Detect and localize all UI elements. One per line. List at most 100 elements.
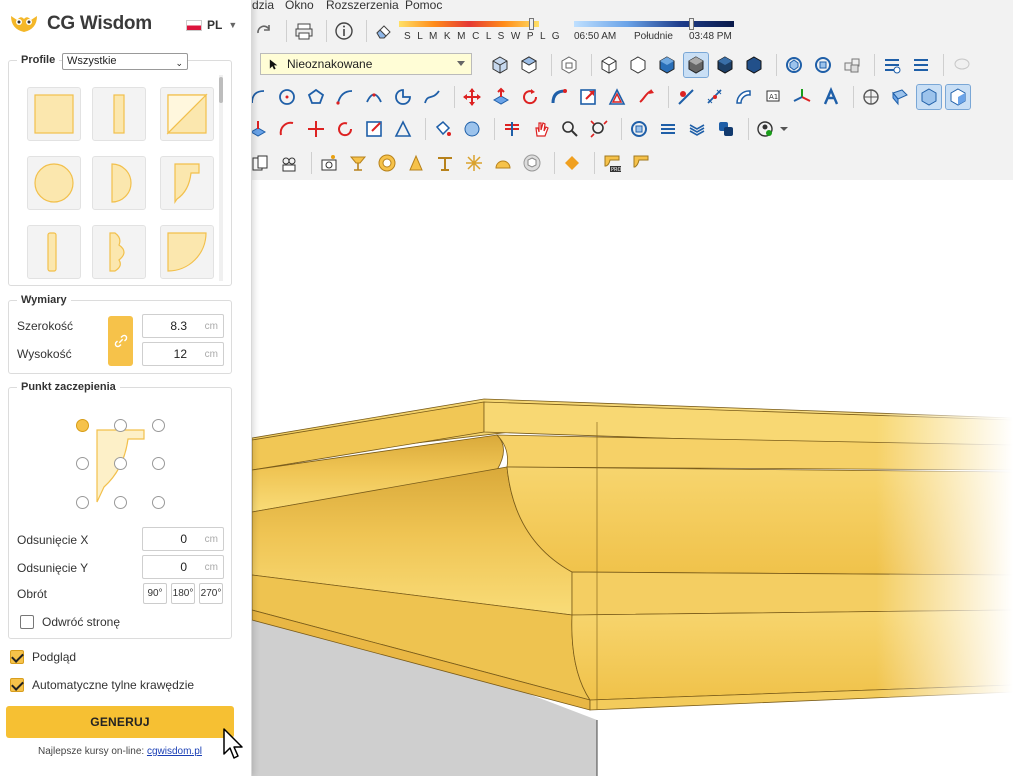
auto-back-edges-checkbox[interactable]	[10, 678, 24, 692]
rotate-90-button[interactable]: 90°	[143, 583, 167, 604]
width-field[interactable]: 8.3 cm	[142, 314, 224, 338]
rotate-270-button[interactable]: 270°	[199, 583, 223, 604]
arc-3pt-icon[interactable]	[362, 85, 386, 109]
profile-quarter-round[interactable]	[160, 225, 214, 279]
print-icon[interactable]	[292, 19, 316, 43]
time-slider[interactable]	[574, 21, 734, 27]
profile-half-round[interactable]	[92, 156, 146, 210]
link-proportions-button[interactable]	[108, 316, 133, 366]
components-cluster-icon[interactable]	[840, 53, 864, 77]
section-cut-icon[interactable]	[909, 53, 933, 77]
solid-tools-icon[interactable]	[782, 53, 806, 77]
tag-dropdown[interactable]: Nieoznakowane	[260, 53, 472, 75]
menu-item-window[interactable]: Okno	[285, 0, 314, 12]
anchor-bottom-left[interactable]	[76, 496, 89, 509]
anchor-top-right[interactable]	[152, 419, 165, 432]
gray-cube-icon[interactable]	[520, 151, 544, 175]
outer-shell-icon[interactable]	[811, 53, 835, 77]
profile-slim-rect[interactable]	[92, 87, 146, 141]
preview-checkbox[interactable]	[10, 650, 24, 664]
anchor-middle-right[interactable]	[152, 457, 165, 470]
table-icon[interactable]	[433, 151, 457, 175]
hidden-style-icon[interactable]	[742, 53, 766, 77]
polygon-icon[interactable]	[304, 85, 328, 109]
anchor-top-center[interactable]	[114, 419, 127, 432]
pie-icon[interactable]	[391, 85, 415, 109]
monochrome-style-icon[interactable]	[713, 53, 737, 77]
freehand-icon[interactable]	[420, 85, 444, 109]
materials-icon[interactable]	[460, 117, 484, 141]
solid-split-icon[interactable]	[714, 117, 738, 141]
follow-arc-icon[interactable]	[275, 117, 299, 141]
protractor-icon[interactable]	[732, 85, 756, 109]
top-view-icon[interactable]	[517, 53, 541, 77]
generate-button[interactable]: GENERUJ	[6, 706, 234, 738]
zoom-extents-icon[interactable]	[587, 117, 611, 141]
anchor-top-left[interactable]	[76, 419, 89, 432]
height-field[interactable]: 12 cm	[142, 342, 224, 366]
follow-me-icon[interactable]	[547, 85, 571, 109]
menu-item-help[interactable]: Pomoc	[405, 0, 442, 12]
wireframe-style-icon[interactable]	[626, 53, 650, 77]
eraser-icon[interactable]	[372, 19, 396, 43]
offset-x-field[interactable]: 0 cm	[142, 527, 224, 551]
menu-item-tools[interactable]: dzia	[252, 0, 274, 12]
profile-triangle[interactable]	[160, 87, 214, 141]
cone-icon[interactable]	[404, 151, 428, 175]
round-profile-icon[interactable]	[375, 151, 399, 175]
hand-pan-icon[interactable]	[529, 117, 553, 141]
arc-2pt-icon[interactable]	[333, 85, 357, 109]
push-pull-icon[interactable]	[489, 85, 513, 109]
scale-icon[interactable]	[576, 85, 600, 109]
redo-icon[interactable]	[252, 19, 276, 43]
offset-icon[interactable]	[605, 85, 629, 109]
cgwisdom-profile-icon[interactable]	[629, 151, 653, 175]
component-icon[interactable]	[557, 53, 581, 77]
tape-measure-icon[interactable]	[674, 85, 698, 109]
rotate-small-icon[interactable]	[333, 117, 357, 141]
move-icon[interactable]	[460, 85, 484, 109]
cgwisdom-pro-icon[interactable]: PRO	[600, 151, 624, 175]
iso-view-icon[interactable]	[488, 53, 512, 77]
shaded-style-icon[interactable]	[655, 53, 679, 77]
month-slider[interactable]	[399, 21, 539, 27]
solid-trim-icon[interactable]	[685, 117, 709, 141]
profile-bead[interactable]	[92, 225, 146, 279]
paint-bucket-icon[interactable]	[431, 117, 455, 141]
anchor-bottom-center[interactable]	[114, 496, 127, 509]
zoom-icon[interactable]	[558, 117, 582, 141]
rotate-icon[interactable]	[518, 85, 542, 109]
anchor-middle-left[interactable]	[76, 457, 89, 470]
position-camera-icon[interactable]	[859, 85, 883, 109]
profile-filter-select[interactable]: Wszystkie ⌄	[62, 53, 188, 70]
language-selector[interactable]: PL ▼	[186, 18, 237, 32]
offset-small-icon[interactable]	[391, 117, 415, 141]
diamond-icon[interactable]	[560, 151, 584, 175]
chat-bubble-icon[interactable]	[949, 53, 973, 77]
shaded-textures-icon[interactable]	[683, 52, 709, 78]
profile-scrollbar[interactable]	[219, 75, 223, 281]
axes-icon[interactable]	[790, 85, 814, 109]
walk-icon[interactable]	[500, 117, 524, 141]
xray-style-icon[interactable]	[597, 53, 621, 77]
dome-icon[interactable]	[491, 151, 515, 175]
offset-y-field[interactable]: 0 cm	[142, 555, 224, 579]
profile-circle[interactable]	[27, 156, 81, 210]
scale-small-icon[interactable]	[362, 117, 386, 141]
profile-ogee[interactable]	[160, 156, 214, 210]
circle-icon[interactable]	[275, 85, 299, 109]
photo-match-icon[interactable]	[317, 151, 341, 175]
box-tool-icon[interactable]	[945, 84, 971, 110]
profile-scrollbar-thumb[interactable]	[219, 77, 223, 103]
3d-text-icon[interactable]	[819, 85, 843, 109]
model-info-icon[interactable]	[332, 19, 356, 43]
3d-viewport[interactable]	[252, 180, 1013, 776]
anchor-bottom-right[interactable]	[152, 496, 165, 509]
menu-item-extensions[interactable]: Rozszerzenia	[326, 0, 399, 12]
profile-thin-bar[interactable]	[27, 225, 81, 279]
text-icon[interactable]: A1	[761, 85, 785, 109]
time-slider-handle[interactable]	[688, 18, 694, 30]
lamp-icon[interactable]	[346, 151, 370, 175]
move-small-icon[interactable]	[304, 117, 328, 141]
sparkle-icon[interactable]	[462, 151, 486, 175]
